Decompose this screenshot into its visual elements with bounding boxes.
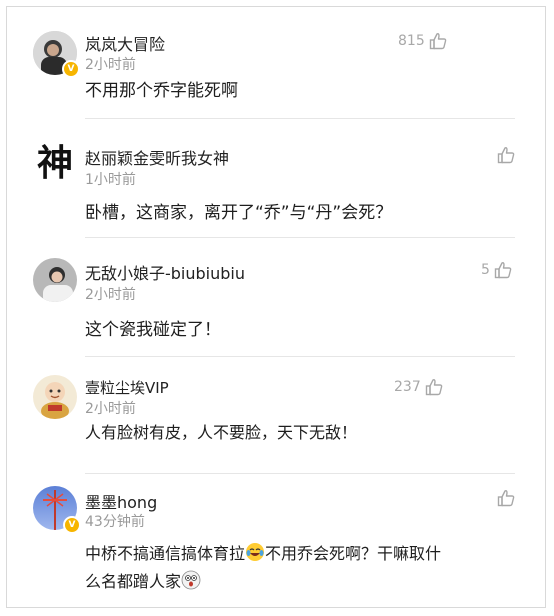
like-button[interactable]: 237	[394, 377, 444, 397]
comment-text: 卧槽，这商家，离开了“乔”与“丹”会死？	[85, 203, 393, 223]
laughing-tears-emoji-icon	[245, 542, 265, 562]
thumbs-up-icon	[425, 379, 443, 396]
comment-item: 神 赵丽颖金雯昕我女神 1小时前 卧槽，这商家，离开了“乔”与“丹”会死？	[7, 119, 545, 237]
comment-text-part: 么名都蹭人家	[85, 572, 182, 591]
thumbs-up-icon	[429, 33, 447, 50]
username[interactable]: 赵丽颖金雯昕我女神	[85, 145, 229, 169]
user-photo-avatar-icon	[33, 258, 77, 302]
comment-text-line-1: 中桥不搞通信搞体育拉 不用乔会死啊？干嘛取什	[85, 540, 441, 568]
comment-text: 不用那个乔字能死啊	[85, 81, 238, 101]
timestamp: 43分钟前	[85, 514, 145, 530]
like-button[interactable]: 5	[481, 260, 513, 280]
timestamp: 2小时前	[85, 287, 136, 303]
user-avatar[interactable]: 神	[33, 141, 77, 185]
timestamp: 2小时前	[85, 57, 136, 73]
comment-text-part: 中桥不搞通信搞体育拉	[85, 544, 246, 563]
user-avatar[interactable]	[33, 375, 77, 419]
comment-text-line-2: 么名都蹭人家	[85, 568, 201, 596]
comment-item: 壹粒尘埃VIP 2小时前 237 人有脸树有皮，人不要脸，天下无敌！	[7, 357, 545, 473]
username[interactable]: 岚岚大冒险	[85, 31, 165, 55]
cartoon-monk-avatar-icon	[33, 375, 77, 419]
comment-item: 无敌小娘子-biubiubiu 2小时前 5 这个瓷我碰定了！	[7, 238, 545, 356]
thumbs-up-icon	[494, 262, 512, 279]
comment-text: 这个瓷我碰定了！	[85, 320, 221, 340]
like-button[interactable]: 815	[398, 31, 448, 51]
verified-badge-icon: V	[62, 60, 80, 78]
comment-text: 人有脸树有皮，人不要脸，天下无敌！	[85, 423, 358, 442]
username[interactable]: 无敌小娘子-biubiubiu	[85, 260, 245, 284]
like-count: 815	[398, 33, 425, 49]
comment-item: V 墨墨hong 43分钟前 中桥不搞通信搞体育拉 不用乔会死啊？干嘛取什 么名都…	[7, 474, 545, 608]
thumbs-up-icon	[497, 490, 515, 507]
thumbs-up-icon	[497, 147, 515, 164]
verified-badge-icon: V	[63, 516, 81, 534]
like-count: 5	[481, 262, 490, 278]
username[interactable]: 墨墨hong	[85, 489, 157, 513]
username[interactable]: 壹粒尘埃VIP	[85, 377, 169, 398]
like-button[interactable]	[496, 488, 516, 508]
comment-item: V 岚岚大冒险 2小时前 815 不用那个乔字能死啊	[7, 7, 545, 119]
comment-list: V 岚岚大冒险 2小时前 815 不用那个乔字能死啊 神 赵丽颖金雯昕我女神 1…	[6, 6, 546, 608]
like-button[interactable]	[496, 145, 516, 165]
timestamp: 1小时前	[85, 172, 136, 188]
user-avatar[interactable]	[33, 258, 77, 302]
timestamp: 2小时前	[85, 401, 136, 417]
shocked-face-emoji-icon	[181, 570, 201, 590]
like-count: 237	[394, 379, 421, 395]
calligraphy-avatar-icon: 神	[36, 142, 73, 184]
comment-text-part: 不用乔会死啊？干嘛取什	[265, 544, 442, 563]
